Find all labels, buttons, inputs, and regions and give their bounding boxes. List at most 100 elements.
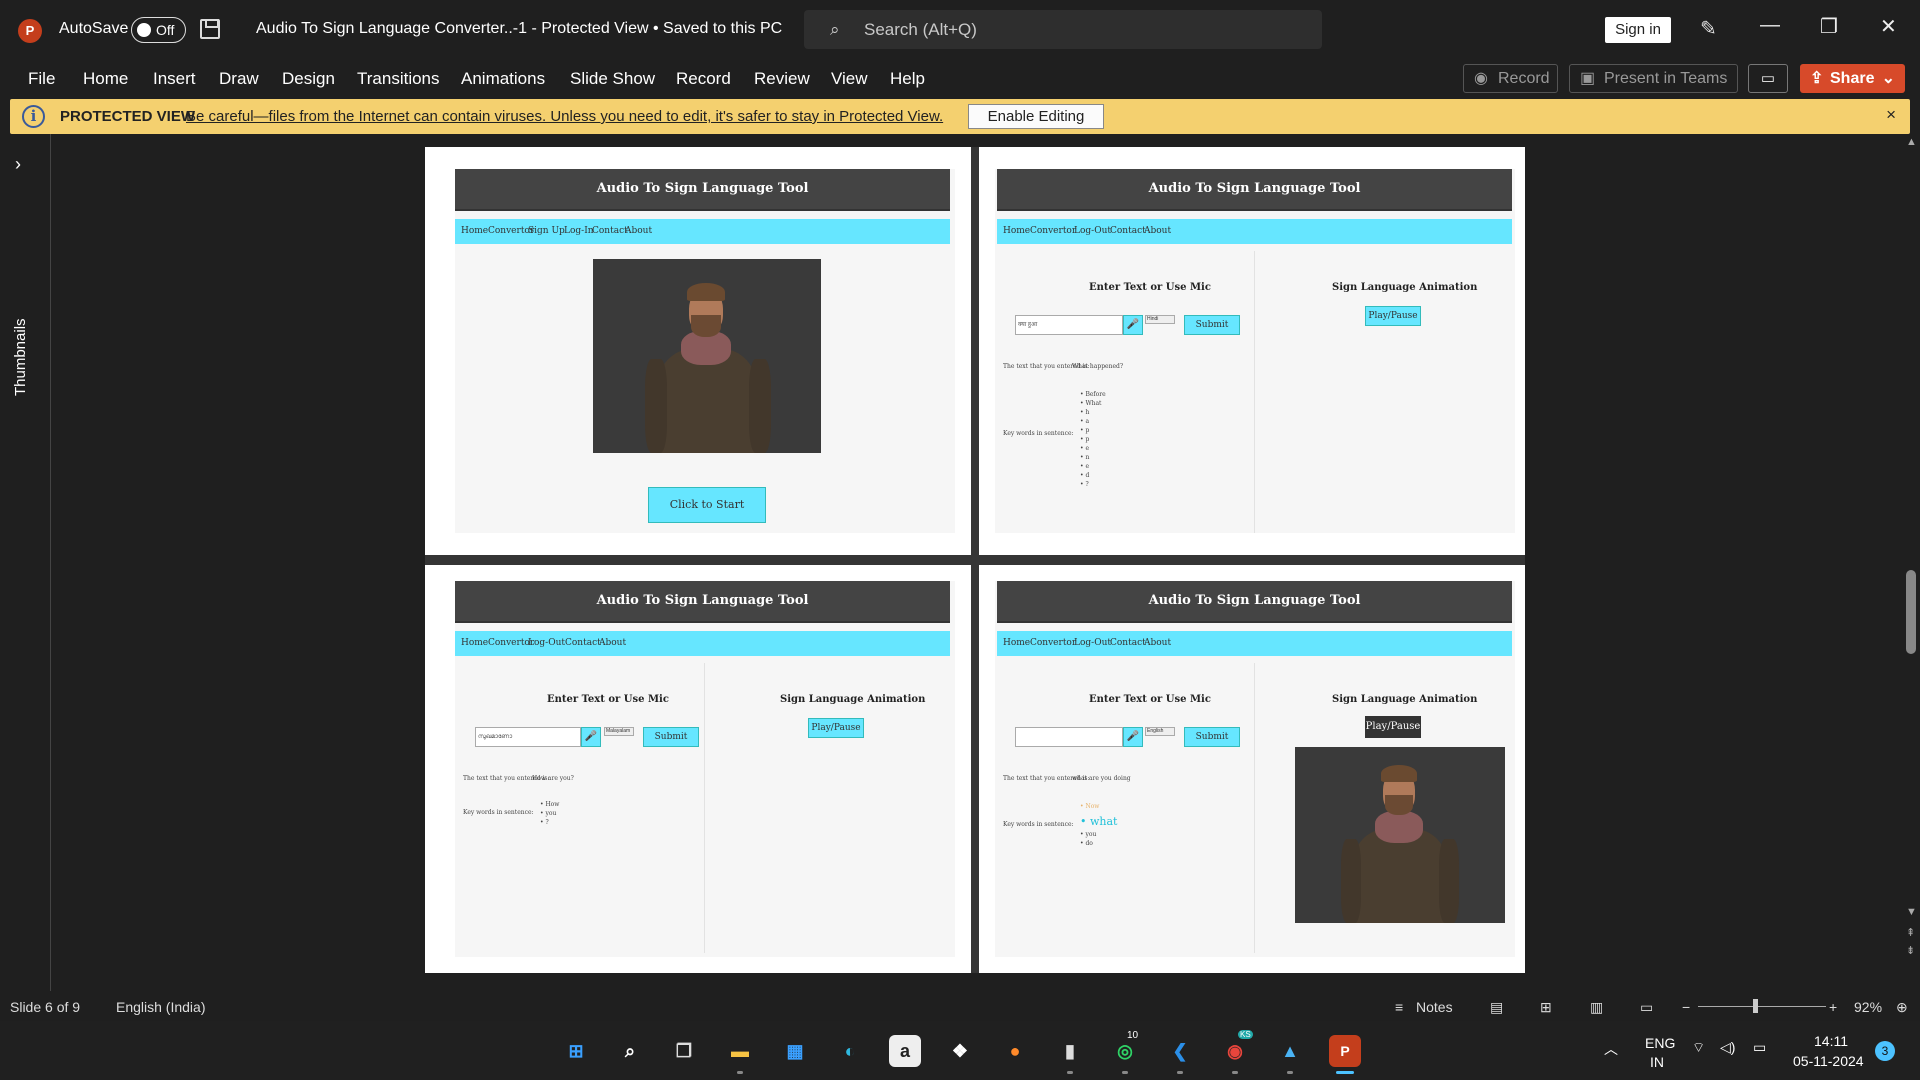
language-select[interactable]: Hindi	[1145, 315, 1175, 324]
share-button[interactable]: ⇪ Share ⌄	[1800, 64, 1905, 93]
firefox-icon[interactable]: ●	[999, 1035, 1031, 1067]
play-pause-button[interactable]: Play/Pause	[808, 718, 864, 738]
menu-draw[interactable]: Draw	[219, 69, 259, 89]
play-pause-button[interactable]: Play/Pause	[1365, 716, 1421, 738]
zoom-in-icon[interactable]: +	[1829, 999, 1837, 1015]
clock-time[interactable]: 14:11	[1814, 1033, 1848, 1049]
autosave-toggle[interactable]: Off	[131, 17, 186, 43]
nav-about[interactable]: About	[1144, 638, 1171, 648]
text-input[interactable]: क्या हुआ	[1015, 315, 1123, 335]
comment-icon[interactable]: ▭	[1748, 64, 1788, 93]
wifi-icon[interactable]: ⌔	[1692, 1039, 1705, 1057]
powerpoint-icon[interactable]: P	[1329, 1035, 1361, 1067]
zoom-out-icon[interactable]: −	[1682, 999, 1690, 1015]
nav-contact[interactable]: Contact	[592, 226, 628, 236]
nav-contact[interactable]: Contact	[1110, 638, 1146, 648]
search-box[interactable]: ⌕ Search (Alt+Q)	[804, 10, 1322, 49]
battery-icon[interactable]: ▭	[1753, 1039, 1766, 1056]
vertical-scrollbar[interactable]: ▲ ▼ ⇞ ⇟	[1902, 134, 1920, 991]
chevron-right-icon[interactable]: ›	[15, 154, 21, 175]
start-icon[interactable]: ⊞	[560, 1035, 592, 1067]
text-input[interactable]	[1015, 727, 1123, 747]
nav-home[interactable]: Home	[1003, 638, 1030, 648]
menu-transitions[interactable]: Transitions	[357, 69, 440, 89]
slide-sorter-icon[interactable]: ⊞	[1540, 999, 1552, 1016]
save-icon[interactable]	[200, 19, 220, 39]
slide-counter[interactable]: Slide 6 of 9	[10, 999, 80, 1015]
language-top[interactable]: ENG	[1645, 1035, 1675, 1051]
submit-button[interactable]: Submit	[1184, 727, 1240, 747]
scrollbar-thumb[interactable]	[1906, 570, 1916, 654]
clock-date[interactable]: 05-11-2024	[1793, 1053, 1864, 1069]
edge-icon[interactable]: ◐	[834, 1035, 866, 1067]
file-explorer-icon[interactable]: ▬	[724, 1035, 756, 1067]
menu-insert[interactable]: Insert	[153, 69, 196, 89]
close-icon[interactable]: ×	[1886, 105, 1896, 125]
menu-file[interactable]: File	[28, 69, 55, 89]
photos-icon[interactable]: ▲	[1274, 1035, 1306, 1067]
nav-convertor[interactable]: Convertor	[1030, 638, 1076, 648]
search-icon[interactable]: ⌕	[614, 1035, 646, 1067]
language-status[interactable]: English (India)	[116, 999, 206, 1015]
chrome-icon[interactable]: ◉	[1219, 1035, 1251, 1067]
text-input[interactable]: സുഖമാണോ	[475, 727, 581, 747]
dropbox-icon[interactable]: ❖	[944, 1035, 976, 1067]
chevron-up-icon[interactable]: ︿	[1604, 1039, 1618, 1059]
menu-design[interactable]: Design	[282, 69, 335, 89]
reading-view-icon[interactable]: ▥	[1590, 999, 1603, 1016]
zoom-slider[interactable]	[1698, 1006, 1826, 1007]
sign-in-button[interactable]: Sign in	[1605, 17, 1671, 43]
mic-icon[interactable]: 🎤	[1123, 315, 1143, 335]
zoom-slider-thumb[interactable]	[1753, 999, 1758, 1013]
store-icon[interactable]: ▦	[779, 1035, 811, 1067]
fit-to-window-icon[interactable]: ⊕	[1896, 999, 1908, 1016]
notification-badge[interactable]: 3	[1875, 1041, 1895, 1061]
play-pause-button[interactable]: Play/Pause	[1365, 306, 1421, 326]
protected-view-message[interactable]: Be careful—files from the Internet can c…	[186, 108, 943, 125]
mic-icon[interactable]: 🎤	[1123, 727, 1143, 747]
nav-about[interactable]: About	[599, 638, 626, 648]
previous-slide-icon[interactable]: ⇞	[1906, 926, 1915, 939]
nav-log-in[interactable]: Log-In	[564, 226, 594, 236]
submit-button[interactable]: Submit	[643, 727, 699, 747]
scroll-down-icon[interactable]: ▼	[1906, 906, 1917, 918]
nav-about[interactable]: About	[1144, 226, 1171, 236]
amazon-icon[interactable]: a	[889, 1035, 921, 1067]
nav-convertor[interactable]: Convertor	[1030, 226, 1076, 236]
nav-log-out[interactable]: Log-Out	[1074, 226, 1111, 236]
minimize-icon[interactable]: —	[1760, 14, 1780, 37]
nav-sign-up[interactable]: Sign Up	[528, 226, 565, 236]
vscode-icon[interactable]: ❮	[1164, 1035, 1196, 1067]
thumbnails-label[interactable]: Thumbnails	[12, 318, 29, 396]
menu-record[interactable]: Record	[676, 69, 731, 89]
slide-canvas[interactable]: Audio To Sign Language Tool Home Convert…	[425, 147, 1525, 973]
pen-icon[interactable]: ✎	[1700, 16, 1717, 41]
next-slide-icon[interactable]: ⇟	[1906, 944, 1915, 957]
language-select[interactable]: Malayalam	[604, 727, 634, 736]
nav-log-out[interactable]: Log-Out	[1074, 638, 1111, 648]
present-in-teams-button[interactable]: ▣ Present in Teams	[1569, 64, 1738, 93]
nav-home[interactable]: Home	[461, 226, 488, 236]
nav-home[interactable]: Home	[461, 638, 488, 648]
record-button[interactable]: ◉ Record	[1463, 64, 1558, 93]
menu-review[interactable]: Review	[754, 69, 810, 89]
nav-contact[interactable]: Contact	[1110, 226, 1146, 236]
restore-icon[interactable]: ❐	[1820, 14, 1838, 39]
notes-icon[interactable]: ≡	[1395, 999, 1403, 1015]
language-bottom[interactable]: IN	[1650, 1054, 1664, 1070]
normal-view-icon[interactable]: ▤	[1490, 999, 1503, 1016]
submit-button[interactable]: Submit	[1184, 315, 1240, 335]
click-to-start-button[interactable]: Click to Start	[648, 487, 766, 523]
slideshow-icon[interactable]: ▭	[1640, 999, 1653, 1016]
task-view-icon[interactable]: ❐	[668, 1035, 700, 1067]
mic-icon[interactable]: 🎤	[581, 727, 601, 747]
menu-slide-show[interactable]: Slide Show	[570, 69, 655, 89]
terminal-icon[interactable]: ▮	[1054, 1035, 1086, 1067]
menu-animations[interactable]: Animations	[461, 69, 545, 89]
menu-home[interactable]: Home	[83, 69, 128, 89]
menu-help[interactable]: Help	[890, 69, 925, 89]
nav-home[interactable]: Home	[1003, 226, 1030, 236]
zoom-level[interactable]: 92%	[1854, 999, 1882, 1015]
nav-about[interactable]: About	[625, 226, 652, 236]
nav-contact[interactable]: Contact	[565, 638, 601, 648]
